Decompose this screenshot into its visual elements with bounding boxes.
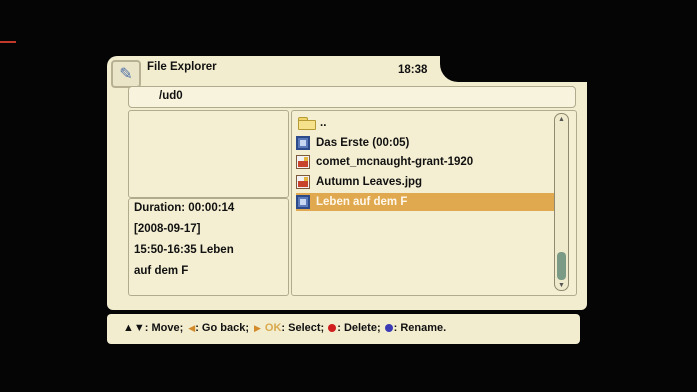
file-explorer-icon: ✎ (111, 60, 141, 88)
go-back-hint: : Go back; (195, 322, 249, 334)
file-row-parent[interactable]: .. (296, 114, 554, 132)
move-hint: ▲▼: Move; (123, 322, 184, 334)
red-key-icon (328, 324, 337, 332)
scroll-thumb[interactable] (557, 252, 566, 280)
info-title: auf dem F (134, 265, 189, 277)
clock: 18:38 (398, 64, 428, 76)
folder-icon (298, 116, 316, 130)
right-arrow-icon: ▶ (254, 322, 261, 333)
file-label: Das Erste (00:05) (316, 137, 410, 149)
red-accent-line (0, 41, 16, 43)
image-file-icon (296, 175, 310, 189)
info-time: 15:50-16:35 Leben (134, 244, 234, 256)
select-hint: : Select; (281, 322, 325, 334)
video-file-icon (296, 136, 310, 150)
title-tab-notch (440, 56, 587, 82)
file-label: Leben auf dem F (316, 196, 408, 208)
left-arrow-icon: ◀ (188, 322, 196, 333)
image-file-icon (296, 155, 310, 169)
scrollbar[interactable]: ▲ ▼ (554, 113, 569, 291)
file-row[interactable]: Autumn Leaves.jpg (296, 173, 554, 191)
video-file-icon (296, 195, 310, 209)
file-label: .. (320, 117, 327, 129)
path-label: /ud0 (159, 90, 183, 102)
file-row[interactable]: Das Erste (00:05) (296, 134, 554, 152)
ok-key-label: OK (264, 322, 282, 334)
window-title: File Explorer (147, 61, 217, 73)
rename-hint: : Rename. (393, 322, 447, 334)
file-row-selected[interactable]: Leben auf dem F (296, 193, 554, 211)
file-label: comet_mcnaught-grant-1920 (316, 156, 474, 168)
delete-hint: : Delete; (337, 322, 381, 334)
file-label: Autumn Leaves.jpg (316, 176, 423, 188)
scroll-up-icon[interactable]: ▲ (555, 116, 568, 123)
scroll-down-icon[interactable]: ▼ (555, 282, 568, 289)
path-field (128, 86, 576, 108)
help-text: ▲▼: Move; ◀ : Go back; ▶ OK : Select; : … (123, 322, 446, 334)
info-date: [2008-09-17] (134, 223, 201, 235)
file-row[interactable]: comet_mcnaught-grant-1920 (296, 153, 554, 171)
info-duration: Duration: 00:00:14 (134, 202, 235, 214)
preview-panel (128, 110, 289, 198)
blue-key-icon (384, 324, 393, 332)
